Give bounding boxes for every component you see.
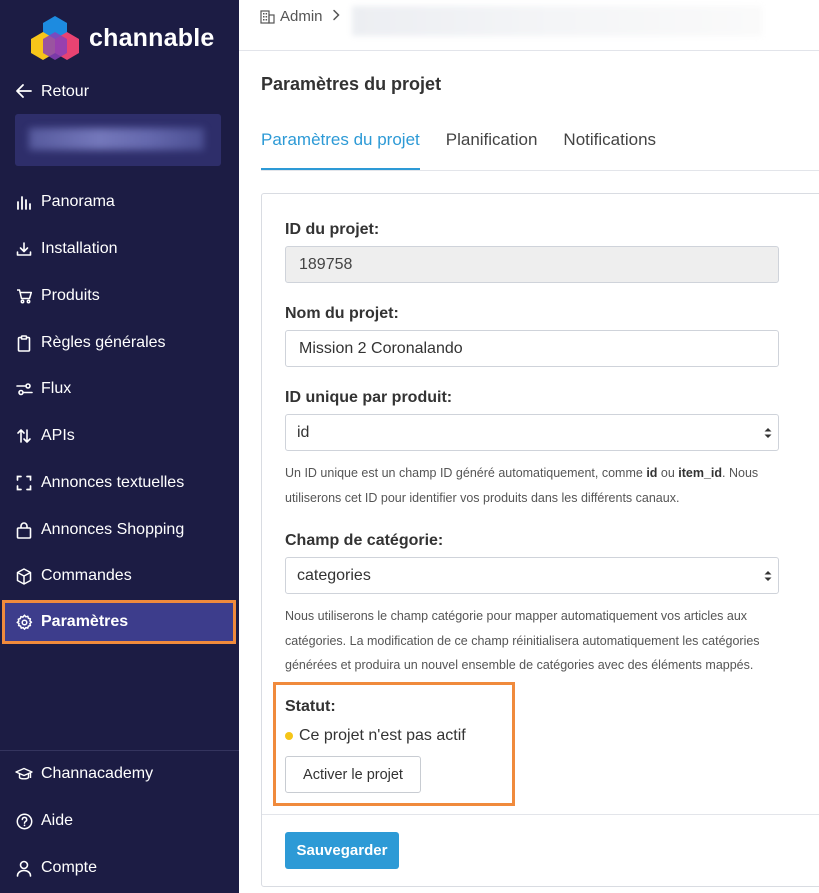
sidebar-item-label: Panorama <box>41 193 115 210</box>
sidebar-item-label: Produits <box>41 287 100 304</box>
sidebar-item-panorama[interactable]: Panorama <box>0 182 239 222</box>
download-icon <box>15 240 33 258</box>
sidebar-item-label: Installation <box>41 240 118 257</box>
project-name-label: Nom du projet: <box>285 305 399 322</box>
sidebar-item-label: Flux <box>41 380 72 397</box>
sidebar-item-flux[interactable]: Flux <box>0 369 239 409</box>
category-select[interactable]: categories <box>285 557 779 594</box>
project-switcher[interactable] <box>15 114 221 166</box>
sidebar-item-parametres[interactable]: Paramètres <box>2 600 236 644</box>
save-button[interactable]: Sauvegarder <box>285 832 399 869</box>
help-circle-icon <box>15 812 33 830</box>
settings-card: ID du projet: 189758 Nom du projet: Miss… <box>261 193 819 887</box>
status-section: Statut: Ce projet n'est pas actif Active… <box>273 682 515 806</box>
box-icon <box>15 567 33 585</box>
sliders-icon <box>15 380 33 398</box>
sidebar-item-annonces-shopping[interactable]: Annonces Shopping <box>0 510 239 550</box>
sidebar-item-compte[interactable]: Compte <box>0 848 239 888</box>
tab-planification[interactable]: Planification <box>446 129 538 171</box>
app-name: channable <box>89 23 215 52</box>
project-switcher-redacted <box>29 128 204 150</box>
logo[interactable]: channable <box>31 15 214 61</box>
unique-id-label: ID unique par produit: <box>285 389 453 406</box>
project-id-label: ID du projet: <box>285 221 380 238</box>
status-indicator: Ce projet n'est pas actif <box>285 727 466 745</box>
sidebar-item-label: Annonces textuelles <box>41 474 185 491</box>
activate-project-button[interactable]: Activer le projet <box>285 756 421 793</box>
project-name-input[interactable]: Mission 2 Coronalando <box>285 330 779 367</box>
status-label: Statut: <box>285 698 336 715</box>
shopping-bag-icon <box>15 521 33 539</box>
arrow-left-icon <box>15 82 33 103</box>
project-id-field: 189758 <box>285 246 779 283</box>
select-arrows-icon <box>764 428 772 438</box>
category-value: categories <box>297 566 371 584</box>
page-title: Paramètres du projet <box>261 74 442 94</box>
updown-arrows-icon <box>15 427 33 445</box>
sidebar-item-label: APIs <box>41 427 75 444</box>
sidebar-item-annonces-textuelles[interactable]: Annonces textuelles <box>0 463 239 503</box>
sidebar-item-label: Aide <box>41 812 74 829</box>
sidebar-divider <box>0 750 239 751</box>
unique-id-select[interactable]: id <box>285 414 779 451</box>
graduation-cap-icon <box>15 765 33 783</box>
top-bar: Admin <box>239 0 819 51</box>
card-divider <box>262 814 819 815</box>
tabs-divider <box>261 170 819 171</box>
status-dot-icon <box>285 732 293 740</box>
category-help: Nous utiliserons le champ catégorie pour… <box>285 609 760 672</box>
sidebar-item-produits[interactable]: Produits <box>0 276 239 316</box>
select-arrows-icon <box>764 571 772 581</box>
sidebar-item-label: Commandes <box>41 567 132 584</box>
sidebar-item-aide[interactable]: Aide <box>0 801 239 841</box>
category-label: Champ de catégorie: <box>285 532 444 549</box>
breadcrumb-redacted <box>352 6 762 36</box>
sidebar-item-apis[interactable]: APIs <box>0 416 239 456</box>
tab-notifications[interactable]: Notifications <box>563 129 656 171</box>
sidebar-item-commandes[interactable]: Commandes <box>0 556 239 596</box>
breadcrumb-admin-link[interactable]: Admin <box>280 8 323 25</box>
sidebar-item-regles-generales[interactable]: Règles générales <box>0 323 239 363</box>
sidebar-item-label: Annonces Shopping <box>41 521 185 538</box>
chevron-right-icon <box>332 8 340 25</box>
sidebar-item-label: Channacademy <box>41 765 154 782</box>
unique-id-value: id <box>297 423 310 441</box>
main-content: Paramètres du projet Paramètres du proje… <box>239 51 819 893</box>
back-link[interactable]: Retour <box>15 80 89 104</box>
sidebar-item-label: Règles générales <box>41 334 166 351</box>
channable-logo-icon <box>31 16 79 60</box>
clipboard-icon <box>15 334 33 352</box>
back-label: Retour <box>41 83 90 100</box>
chart-icon <box>15 193 33 211</box>
gear-icon <box>15 613 33 631</box>
sidebar-item-installation[interactable]: Installation <box>0 229 239 269</box>
sidebar-item-label: Paramètres <box>41 613 129 630</box>
cart-icon <box>15 287 33 305</box>
sidebar-item-label: Compte <box>41 859 98 876</box>
project-id-value: 189758 <box>299 255 353 273</box>
breadcrumb: Admin <box>260 8 340 25</box>
frame-icon <box>15 474 33 492</box>
status-text: Ce projet n'est pas actif <box>299 727 466 744</box>
building-icon <box>260 9 275 24</box>
sidebar-item-channacademy[interactable]: Channacademy <box>0 754 239 794</box>
tab-parametres-du-projet[interactable]: Paramètres du projet <box>261 129 420 171</box>
unique-id-help: Un ID unique est un champ ID généré auto… <box>285 466 759 505</box>
project-name-value: Mission 2 Coronalando <box>299 339 463 357</box>
tabs: Paramètres du projet Planification Notif… <box>261 129 682 171</box>
sidebar: channable Retour Panorama Installation P… <box>0 0 239 893</box>
user-icon <box>15 859 33 877</box>
